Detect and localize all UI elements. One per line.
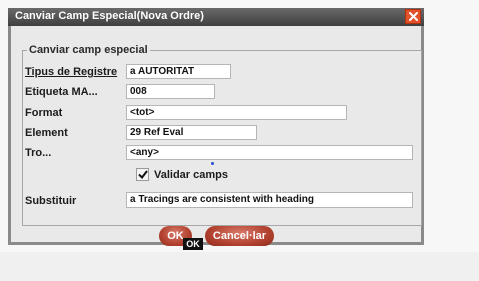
cancel-button[interactable]: Cancel·lar [205, 226, 274, 246]
tipus-field[interactable]: a AUTORITAT [126, 64, 231, 79]
close-button[interactable] [405, 9, 421, 24]
substituir-label: Substituir [25, 195, 77, 207]
validar-label[interactable]: Validar camps [154, 169, 228, 181]
substituir-field[interactable]: a Tracings are consistent with heading [126, 192, 413, 208]
ok-tooltip: OK [183, 238, 203, 250]
mouse-cursor-dot [211, 162, 214, 165]
element-field[interactable]: 29 Ref Eval [126, 125, 257, 140]
close-icon [408, 12, 418, 21]
dialog-title: Canviar Camp Especial(Nova Ordre) [15, 10, 204, 22]
etiqueta-field[interactable]: 008 [126, 84, 215, 99]
format-label: Format [25, 107, 63, 119]
etiqueta-label: Etiqueta MA... [25, 86, 98, 98]
tipus-label: Tipus de Registre [25, 66, 117, 78]
background-strip [0, 252, 479, 281]
tipus-label-text: Tipus de Registre [25, 66, 118, 78]
tro-label: Tro... [25, 147, 52, 159]
group-title: Canviar camp especial [27, 44, 150, 56]
validar-checkbox[interactable] [136, 168, 149, 181]
dialog-body: Canviar camp especial Tipus de Registre … [11, 26, 422, 246]
format-field[interactable]: <tot> [126, 105, 347, 120]
element-label: Element [25, 127, 68, 139]
title-bar[interactable]: Canviar Camp Especial(Nova Ordre) [8, 8, 424, 26]
tro-field[interactable]: <any> [126, 145, 413, 160]
dialog-window: Canviar Camp Especial(Nova Ordre) Canvia… [8, 8, 424, 246]
check-icon [137, 170, 148, 179]
